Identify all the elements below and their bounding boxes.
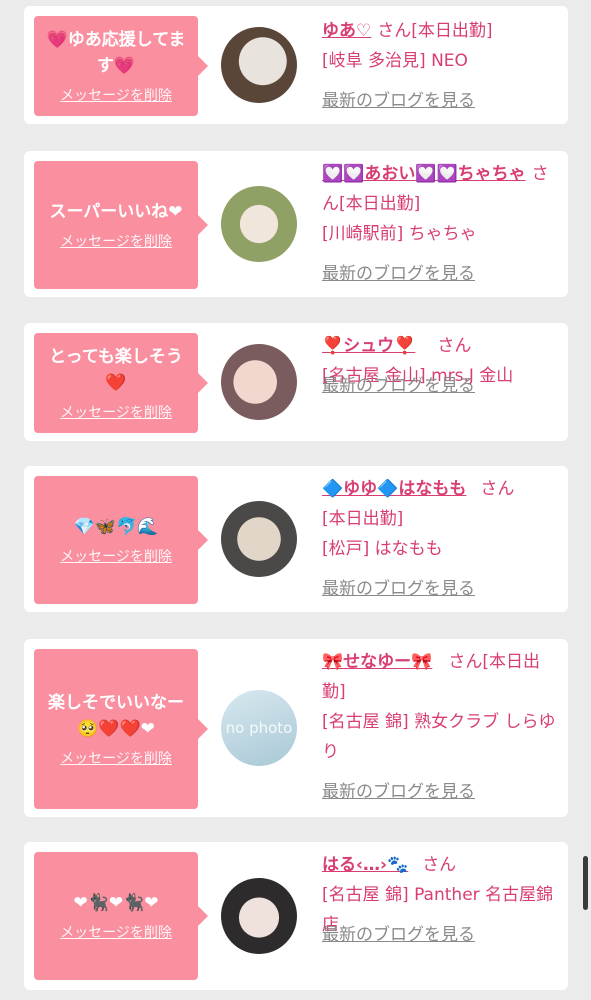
message-text: スーパーいいね❤ [49,202,183,222]
delete-message-link[interactable]: メッセージを削除 [60,546,172,566]
blog-link[interactable]: 最新のブログを見る [322,579,475,599]
message-text: 💗ゆあ応援してます💗 [46,30,186,76]
cast-info: 💟💟あおい💟💟ちゃちゃ さん[本日出勤] [川崎駅前] ちゃちゃ 最新のブログを見… [322,159,558,289]
avatar[interactable]: no photo [221,690,297,766]
status-text: [本日出勤] [411,21,493,41]
avatar[interactable] [221,878,297,954]
status-text: [本日出勤] [339,194,421,214]
scrollbar-thumb[interactable] [583,856,588,910]
message-bubble: とっても楽しそう❤️ メッセージを削除 [34,333,208,433]
message-text: 💎🦋🐬🌊 [73,517,159,537]
message-bubble: スーパーいいね❤ メッセージを削除 [34,161,208,289]
blog-link[interactable]: 最新のブログを見る [322,91,475,111]
avatar[interactable] [221,27,297,103]
blog-link[interactable]: 最新のブログを見る [322,782,475,802]
shop-text: [名古屋 錦] 熟女クラブ しらゆり [322,712,556,762]
message-card: とっても楽しそう❤️ メッセージを削除 ❣️シュウ❣️ さん [名古屋 金山] m… [24,323,568,441]
message-card: ❤🐈‍⬛❤🐈‍⬛❤ メッセージを削除 はる‹…›🐾 さん [名古屋 錦] Pant… [24,842,568,990]
shop-text: [岐阜 多治見] NEO [322,51,468,71]
honorific: さん [377,21,412,41]
delete-message-link[interactable]: メッセージを削除 [60,748,172,768]
cast-name-link[interactable]: 💟💟あおい💟💟ちゃちゃ [322,164,526,184]
message-bubble: ❤🐈‍⬛❤🐈‍⬛❤ メッセージを削除 [34,852,208,980]
delete-message-link[interactable]: メッセージを削除 [60,402,172,422]
message-text: ❤🐈‍⬛❤🐈‍⬛❤ [73,893,159,913]
message-list: 💗ゆあ応援してます💗 メッセージを削除 ゆあ♡ さん[本日出勤] [岐阜 多治見]… [0,0,591,1000]
cast-info: 🎀せなゆー🎀 さん[本日出勤] [名古屋 錦] 熟女クラブ しらゆり 最新のブログ… [322,647,558,807]
cast-name-link[interactable]: ❣️シュウ❣️ [322,336,415,356]
cast-name-link[interactable]: ゆあ♡ [322,21,371,41]
blog-link[interactable]: 最新のブログを見る [322,376,475,396]
message-text: 楽しそでいいなー🥺❤️❤️❤ [48,693,184,739]
cast-info: はる‹…›🐾 さん [名古屋 錦] Panther 名古屋錦店 最新のブログを見る [322,850,558,950]
message-text: とっても楽しそう❤️ [49,347,183,393]
avatar[interactable] [221,344,297,420]
honorific: さん [422,855,457,875]
cast-info: ❣️シュウ❣️ さん [名古屋 金山] mrs.J 金山 最新のブログを見る [322,331,558,401]
cast-info: 🔷ゆゆ🔷はなもも さん [本日出勤] [松戸] はなもも 最新のブログを見る [322,474,558,604]
message-bubble: 💗ゆあ応援してます💗 メッセージを削除 [34,16,208,116]
message-card: 💗ゆあ応援してます💗 メッセージを削除 ゆあ♡ さん[本日出勤] [岐阜 多治見]… [24,6,568,124]
message-card: 楽しそでいいなー🥺❤️❤️❤ メッセージを削除 no photo 🎀せなゆー🎀 さ… [24,639,568,817]
avatar[interactable] [221,501,297,577]
cast-name-link[interactable]: 🎀せなゆー🎀 [322,652,432,672]
shop-text: [松戸] はなもも [322,539,443,559]
cast-info: ゆあ♡ さん[本日出勤] [岐阜 多治見] NEO 最新のブログを見る [322,16,558,116]
message-bubble: 💎🦋🐬🌊 メッセージを削除 [34,476,208,604]
avatar[interactable] [221,186,297,262]
honorific: さん [480,479,515,499]
cast-name-link[interactable]: 🔷ゆゆ🔷はなもも [322,479,466,499]
shop-text: [川崎駅前] ちゃちゃ [322,224,477,244]
message-card: 💎🦋🐬🌊 メッセージを削除 🔷ゆゆ🔷はなもも さん [本日出勤] [松戸] はなも… [24,466,568,612]
blog-link[interactable]: 最新のブログを見る [322,925,475,945]
message-card: スーパーいいね❤ メッセージを削除 💟💟あおい💟💟ちゃちゃ さん[本日出勤] [川… [24,151,568,297]
blog-link[interactable]: 最新のブログを見る [322,264,475,284]
delete-message-link[interactable]: メッセージを削除 [60,231,172,251]
no-photo-text: no photo [225,719,293,737]
message-bubble: 楽しそでいいなー🥺❤️❤️❤ メッセージを削除 [34,649,208,809]
honorific: さん [448,652,483,672]
honorific: さん [437,336,472,356]
cast-name-link[interactable]: はる‹…›🐾 [322,855,408,875]
delete-message-link[interactable]: メッセージを削除 [60,922,172,942]
status-text: [本日出勤] [322,509,404,529]
delete-message-link[interactable]: メッセージを削除 [60,85,172,105]
